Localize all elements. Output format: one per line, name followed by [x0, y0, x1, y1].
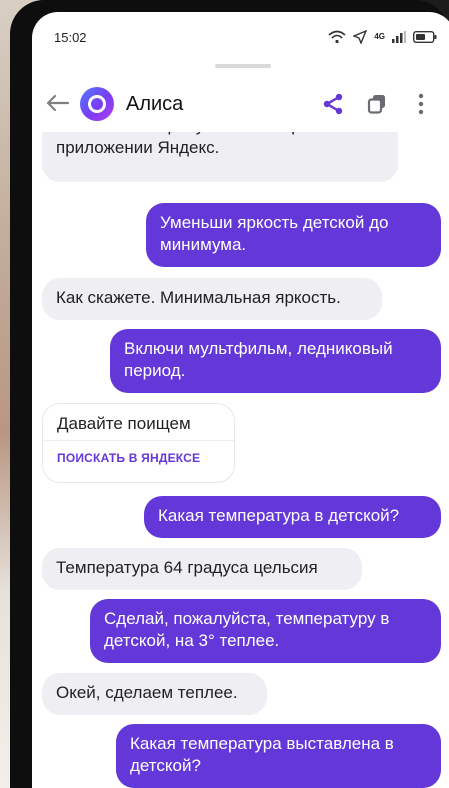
- signal-icon: [392, 31, 406, 43]
- message-incoming: Как скажете. Минимальная яркость.: [42, 278, 382, 320]
- battery-icon: [413, 31, 437, 43]
- more-menu-icon[interactable]: [399, 84, 443, 124]
- sheet-drag-handle[interactable]: [215, 64, 271, 68]
- search-yandex-button[interactable]: ПОИСКАТЬ В ЯНДЕКСЕ: [43, 441, 234, 475]
- copy-icon[interactable]: [355, 84, 399, 124]
- app-bar: Алиса: [32, 76, 449, 132]
- back-arrow-icon[interactable]: [44, 91, 80, 117]
- share-icon[interactable]: [311, 84, 355, 124]
- message-outgoing: Сделай, пожалуйста, температуру в детско…: [90, 599, 441, 663]
- message-outgoing: Какая температура выставлена в детской?: [116, 724, 441, 788]
- status-time: 15:02: [54, 29, 87, 45]
- alice-logo-icon: [88, 95, 106, 113]
- status-bar: 15:02 4G: [32, 12, 449, 62]
- alice-avatar: [80, 87, 114, 121]
- chat-history[interactable]: отвечают. Попробуйте посмотреть в прилож…: [32, 132, 449, 788]
- chat-title: Алиса: [126, 92, 184, 115]
- phone-screen: 15:02 4G Алиса приложении Яндекс. Уменьш…: [32, 12, 449, 788]
- message-outgoing: Включи мультфильм, ледниковый период.: [110, 329, 441, 393]
- message-outgoing: Какая температура в детской?: [144, 496, 441, 538]
- location-icon: [353, 30, 368, 44]
- message-incoming: отвечают. Попробуйте посмотреть в прилож…: [42, 132, 398, 182]
- network-type: 4G: [374, 32, 385, 41]
- message-incoming: Окей, сделаем теплее.: [42, 673, 267, 715]
- message-outgoing: Уменьши яркость детской до минимума.: [146, 203, 441, 267]
- message-incoming: Температура 64 градуса цельсия: [42, 548, 362, 590]
- message-card: Давайте поищем ПОИСКАТЬ В ЯНДЕКСЕ: [42, 403, 235, 483]
- card-text: Давайте поищем: [57, 414, 191, 433]
- wifi-icon: [328, 30, 346, 44]
- phone-frame: 15:02 4G Алиса приложении Яндекс. Уменьш…: [10, 0, 449, 788]
